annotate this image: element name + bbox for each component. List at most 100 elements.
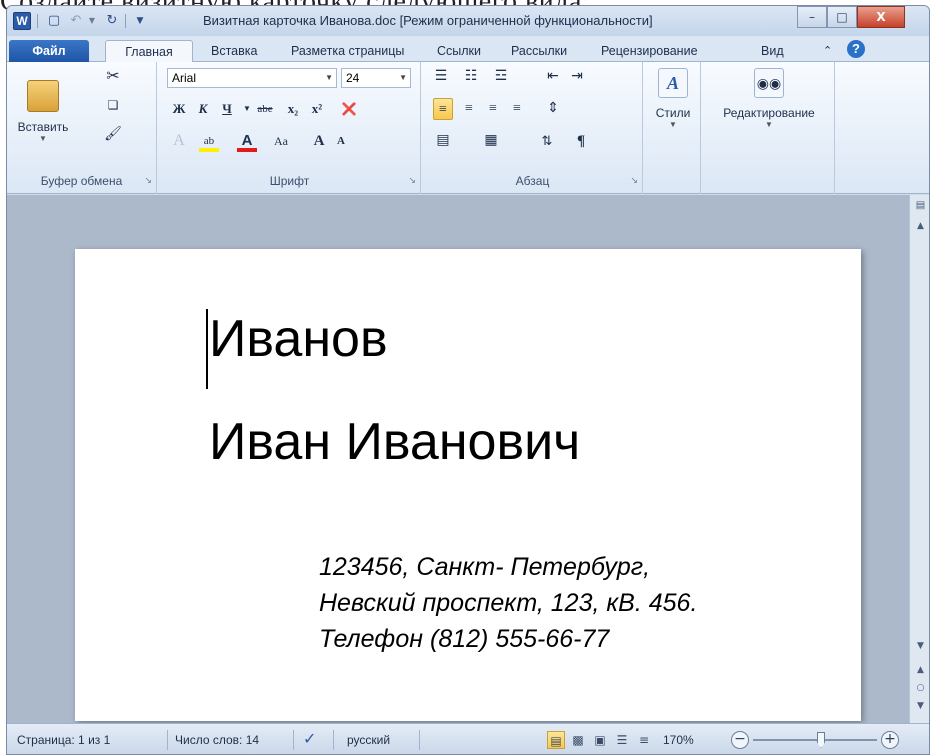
underline-button[interactable]: Ч xyxy=(217,98,237,120)
align-right-button[interactable]: ≡ xyxy=(483,98,503,120)
separator xyxy=(419,730,420,750)
font-size-select[interactable]: 24 ▼ xyxy=(341,68,411,88)
styles-icon: A xyxy=(658,68,688,98)
tab-file[interactable]: Файл xyxy=(9,40,89,62)
proofing-icon[interactable]: ✓ xyxy=(303,729,316,749)
outline-view-icon[interactable]: ☰ xyxy=(613,731,631,749)
separator xyxy=(125,14,126,28)
font-size-value: 24 xyxy=(346,71,360,85)
tab-view[interactable]: Вид xyxy=(761,40,784,62)
copy-icon[interactable]: ❏ xyxy=(103,94,123,116)
sort-icon[interactable]: ⇅ xyxy=(537,130,557,152)
strikethrough-button[interactable]: abe xyxy=(255,98,275,120)
save-icon[interactable]: ▢ xyxy=(45,12,63,30)
scroll-up-icon[interactable]: ▲ xyxy=(910,219,929,233)
separator xyxy=(37,14,38,28)
ruler-toggle-icon[interactable]: ▤ xyxy=(910,199,929,213)
align-left-button[interactable]: ≡ xyxy=(433,98,453,120)
zoom-in-icon[interactable]: + xyxy=(881,731,899,749)
browse-object-icon[interactable]: ○ xyxy=(910,681,929,695)
highlight-color-icon[interactable]: ab xyxy=(199,130,219,152)
scroll-down-icon[interactable]: ▼ xyxy=(910,639,929,653)
close-button[interactable]: X xyxy=(857,6,905,28)
shading-icon[interactable]: ▤ xyxy=(433,130,453,152)
format-painter-icon[interactable]: 🖌 xyxy=(103,124,123,146)
tab-home[interactable]: Главная xyxy=(105,40,193,63)
full-screen-reading-view-icon[interactable]: ▩ xyxy=(569,731,587,749)
dialog-launcher-icon[interactable]: ↘ xyxy=(630,176,638,186)
change-case-button[interactable]: Aa xyxy=(271,130,291,152)
superscript-button[interactable]: x² xyxy=(307,98,327,120)
ribbon-tabs: Файл Главная Вставка Разметка страницы С… xyxy=(7,36,929,63)
word-app-icon[interactable]: W xyxy=(13,12,31,30)
minimize-button[interactable]: – xyxy=(797,6,827,28)
line-spacing-icon[interactable]: ⇕ xyxy=(543,98,563,120)
chevron-down-icon[interactable]: ▼ xyxy=(237,98,257,120)
font-name-select[interactable]: Arial ▼ xyxy=(167,68,337,88)
zoom-slider-track[interactable] xyxy=(753,739,877,741)
show-formatting-marks-icon[interactable]: ¶ xyxy=(571,130,591,152)
tab-page-layout[interactable]: Разметка страницы xyxy=(291,40,404,62)
document-page[interactable]: Иванов Иван Иванович 123456, Санкт- Пете… xyxy=(75,249,861,721)
tab-insert[interactable]: Вставка xyxy=(211,40,257,62)
dialog-launcher-icon[interactable]: ↘ xyxy=(144,176,152,186)
zoom-slider-thumb[interactable] xyxy=(817,732,825,748)
zoom-out-icon[interactable]: − xyxy=(731,731,749,749)
word-count-status[interactable]: Число слов: 14 xyxy=(175,733,259,747)
numbering-icon[interactable]: ☷ xyxy=(461,66,481,88)
status-bar: Страница: 1 из 1 Число слов: 14 ✓ русски… xyxy=(7,723,929,754)
print-layout-view-icon[interactable]: ▤ xyxy=(547,731,565,749)
tab-references[interactable]: Ссылки xyxy=(437,40,481,62)
editing-button[interactable]: ◉◉ Редактирование ▼ xyxy=(707,68,831,129)
tab-mailings[interactable]: Рассылки xyxy=(511,40,567,62)
web-layout-view-icon[interactable]: ▣ xyxy=(591,731,609,749)
editing-group: ◉◉ Редактирование ▼ xyxy=(703,62,835,194)
italic-button[interactable]: К xyxy=(193,98,213,120)
chevron-down-icon: ▼ xyxy=(669,120,677,129)
align-center-button[interactable]: ≡ xyxy=(459,98,479,120)
font-color-icon[interactable]: A xyxy=(237,130,257,152)
name-text: Иван Иванович xyxy=(209,413,581,471)
bullets-icon[interactable]: ☰ xyxy=(431,66,451,88)
font-group: Arial ▼ 24 ▼ Ж К Ч ▼ abe x₂ x² ❌ A ab A … xyxy=(159,62,421,194)
clear-formatting-icon[interactable]: ❌ xyxy=(339,98,359,120)
help-icon[interactable]: ? xyxy=(847,40,865,58)
previous-page-icon[interactable]: ▲ xyxy=(910,663,929,677)
font-name-value: Arial xyxy=(172,71,197,85)
bold-button[interactable]: Ж xyxy=(169,98,189,120)
cut-icon[interactable]: ✂ xyxy=(103,66,123,88)
document-area: Иванов Иван Иванович 123456, Санкт- Пете… xyxy=(7,195,909,723)
paste-button[interactable]: Вставить ▼ xyxy=(11,80,75,143)
borders-icon[interactable]: ▦ xyxy=(481,130,501,152)
next-page-icon[interactable]: ▼ xyxy=(910,699,929,713)
subscript-button[interactable]: x₂ xyxy=(283,98,303,120)
tab-review[interactable]: Рецензирование xyxy=(601,40,698,62)
language-status[interactable]: русский xyxy=(347,733,390,747)
page-count-status[interactable]: Страница: 1 из 1 xyxy=(17,733,110,747)
undo-dropdown-icon[interactable]: ▼ xyxy=(83,12,101,30)
redo-icon[interactable]: ↻ xyxy=(103,12,121,30)
separator xyxy=(167,730,168,750)
zoom-level[interactable]: 170% xyxy=(663,733,694,747)
text-cursor xyxy=(206,309,208,389)
draft-view-icon[interactable]: ≡ xyxy=(635,731,653,749)
customize-toolbar-icon[interactable]: ▼ xyxy=(131,12,149,30)
minimize-ribbon-icon[interactable]: ⌃ xyxy=(823,40,832,62)
shrink-font-button[interactable]: A xyxy=(331,130,351,152)
vertical-scrollbar[interactable]: ▤ ▲ ▼ ▲ ○ ▼ xyxy=(909,195,929,723)
clipboard-group: Вставить ▼ ✂ ❏ 🖌 Буфер обмена ↘ xyxy=(7,62,157,194)
word-window: W ▢ ↶ ▼ ↻ ▼ Визитная карточка Иванова.do… xyxy=(6,5,930,755)
chevron-down-icon: ▼ xyxy=(325,73,333,82)
grow-font-button[interactable]: A xyxy=(309,130,329,152)
separator xyxy=(333,730,334,750)
increase-indent-icon[interactable]: ⇥ xyxy=(567,66,587,88)
multilevel-list-icon[interactable]: ☲ xyxy=(491,66,511,88)
text-effects-icon[interactable]: A xyxy=(169,130,189,152)
decrease-indent-icon[interactable]: ⇤ xyxy=(543,66,563,88)
maximize-button[interactable]: □ xyxy=(827,6,857,28)
styles-button[interactable]: A Стили ▼ xyxy=(649,68,697,129)
clipboard-group-label: Буфер обмена xyxy=(40,174,123,188)
dialog-launcher-icon[interactable]: ↘ xyxy=(408,176,416,186)
paste-label: Вставить xyxy=(17,120,69,134)
justify-button[interactable]: ≡ xyxy=(507,98,527,120)
